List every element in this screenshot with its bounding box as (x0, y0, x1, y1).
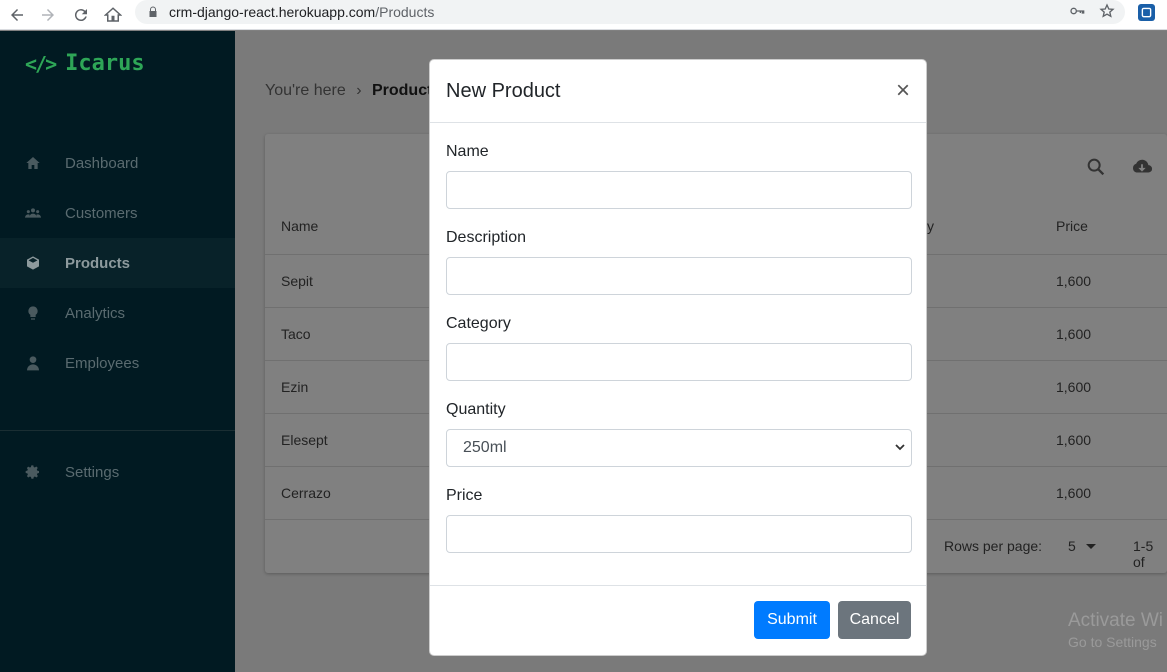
url-path: /Products (375, 4, 435, 20)
star-icon[interactable] (1099, 3, 1115, 19)
arrow-right-icon (42, 9, 54, 21)
price-label: Price (446, 487, 483, 504)
gear-icon (25, 465, 39, 479)
new-product-modal: New Product × Name Description Category … (429, 59, 927, 656)
rows-per-page-select[interactable]: 5 (1068, 538, 1096, 554)
table-cell-name: Taco (281, 326, 311, 342)
reload-icon (74, 9, 87, 22)
cloud-download-icon[interactable] (1131, 156, 1153, 178)
address-bar[interactable]: crm-django-react.herokuapp.com/Products (135, 0, 1125, 24)
user-tie-icon (27, 356, 39, 371)
table-cell-price: 1,600 (1056, 379, 1092, 395)
sidebar-item-label: Dashboard (65, 154, 139, 172)
watermark-subtitle: Go to Settings (1068, 634, 1157, 650)
name-field[interactable] (446, 171, 912, 209)
sidebar: </> Icarus Dashboard Customers Products … (0, 31, 235, 672)
browser-toolbar: crm-django-react.herokuapp.com/Products (0, 0, 1167, 30)
chevron-down-icon (895, 444, 905, 451)
close-icon: × (895, 77, 910, 104)
caret-down-icon (1085, 544, 1096, 549)
table-cell-price: 1,600 (1056, 273, 1092, 289)
description-field[interactable] (446, 257, 912, 295)
reload-button[interactable] (66, 3, 96, 27)
arrow-left-icon (11, 9, 23, 21)
pagination-range: 1-5 of (1133, 538, 1154, 570)
category-label: Category (446, 315, 511, 332)
url-host: crm-django-react.herokuapp.com (169, 4, 376, 20)
users-icon (25, 208, 41, 218)
key-icon[interactable] (1069, 3, 1085, 19)
breadcrumb-separator: › (356, 82, 362, 99)
table-cell-name: Cerrazo (281, 485, 331, 501)
quantity-label: Quantity (446, 401, 506, 418)
close-button[interactable]: × (896, 79, 910, 103)
extension-icon[interactable] (1138, 4, 1155, 21)
brand-name: Icarus (65, 51, 145, 76)
sidebar-menu: Dashboard Customers Products Analytics E… (0, 138, 235, 388)
modal-footer-divider (430, 585, 926, 586)
lock-icon (149, 6, 157, 17)
name-label: Name (446, 143, 489, 160)
forward-button[interactable] (33, 3, 63, 27)
modal-header: New Product × (430, 60, 926, 123)
home-button[interactable] (98, 3, 128, 27)
breadcrumb-prefix: You're here (265, 82, 346, 99)
sidebar-item-label: Employees (65, 354, 140, 372)
rows-per-page-label: Rows per page: (944, 538, 1043, 554)
sidebar-item-label: Products (65, 254, 131, 272)
breadcrumb-current: Product (371, 82, 433, 99)
search-icon[interactable] (1085, 156, 1107, 178)
back-button[interactable] (2, 3, 32, 27)
submit-button[interactable]: Submit (754, 601, 830, 639)
sidebar-item-label: Settings (65, 463, 120, 481)
description-label: Description (446, 229, 527, 246)
sidebar-item-customers[interactable]: Customers (0, 188, 235, 238)
activate-windows-watermark: Activate Wi Go to Settings (1068, 610, 1163, 650)
home-outline-icon (104, 7, 122, 22)
table-cell-price: 1,600 (1056, 326, 1092, 342)
quantity-select[interactable]: 250ml (446, 429, 912, 467)
sidebar-item-label: Analytics (65, 304, 126, 322)
table-cell-name: Ezin (281, 379, 309, 395)
sidebar-item-employees[interactable]: Employees (0, 338, 235, 388)
sidebar-item-products[interactable]: Products (0, 238, 235, 288)
cube-icon (27, 256, 39, 270)
sidebar-item-settings-wrapper: Settings (0, 447, 235, 497)
cancel-button[interactable]: Cancel (838, 601, 911, 639)
lightbulb-icon (28, 306, 38, 320)
sidebar-item-dashboard[interactable]: Dashboard (0, 138, 235, 188)
category-field[interactable] (446, 343, 912, 381)
breadcrumb: You're here › Product (265, 82, 432, 100)
sidebar-item-analytics[interactable]: Analytics (0, 288, 235, 338)
sidebar-item-label: Customers (65, 204, 138, 222)
sidebar-item-settings[interactable]: Settings (0, 447, 235, 497)
code-icon: </> (25, 51, 57, 76)
table-cell-name: Sepit (281, 273, 313, 289)
table-cell-price: 1,600 (1056, 485, 1092, 501)
modal-title: New Product (446, 79, 561, 102)
table-cell-name: Elesept (281, 432, 328, 448)
table-toolbar (1085, 156, 1153, 178)
watermark-title: Activate Wi (1068, 610, 1164, 631)
modal-body: Name Description Category Quantity 250ml… (430, 143, 926, 553)
brand-logo[interactable]: </> Icarus (25, 51, 145, 76)
column-header-price[interactable]: Price (1056, 218, 1088, 234)
table-cell-price: 1,600 (1056, 432, 1092, 448)
rows-per-page-value: 5 (1068, 538, 1076, 554)
column-header-name[interactable]: Name (281, 218, 318, 234)
home-icon (26, 157, 40, 169)
price-field[interactable] (446, 515, 912, 553)
quantity-selected-value: 250ml (463, 439, 507, 456)
sidebar-divider (0, 430, 235, 431)
